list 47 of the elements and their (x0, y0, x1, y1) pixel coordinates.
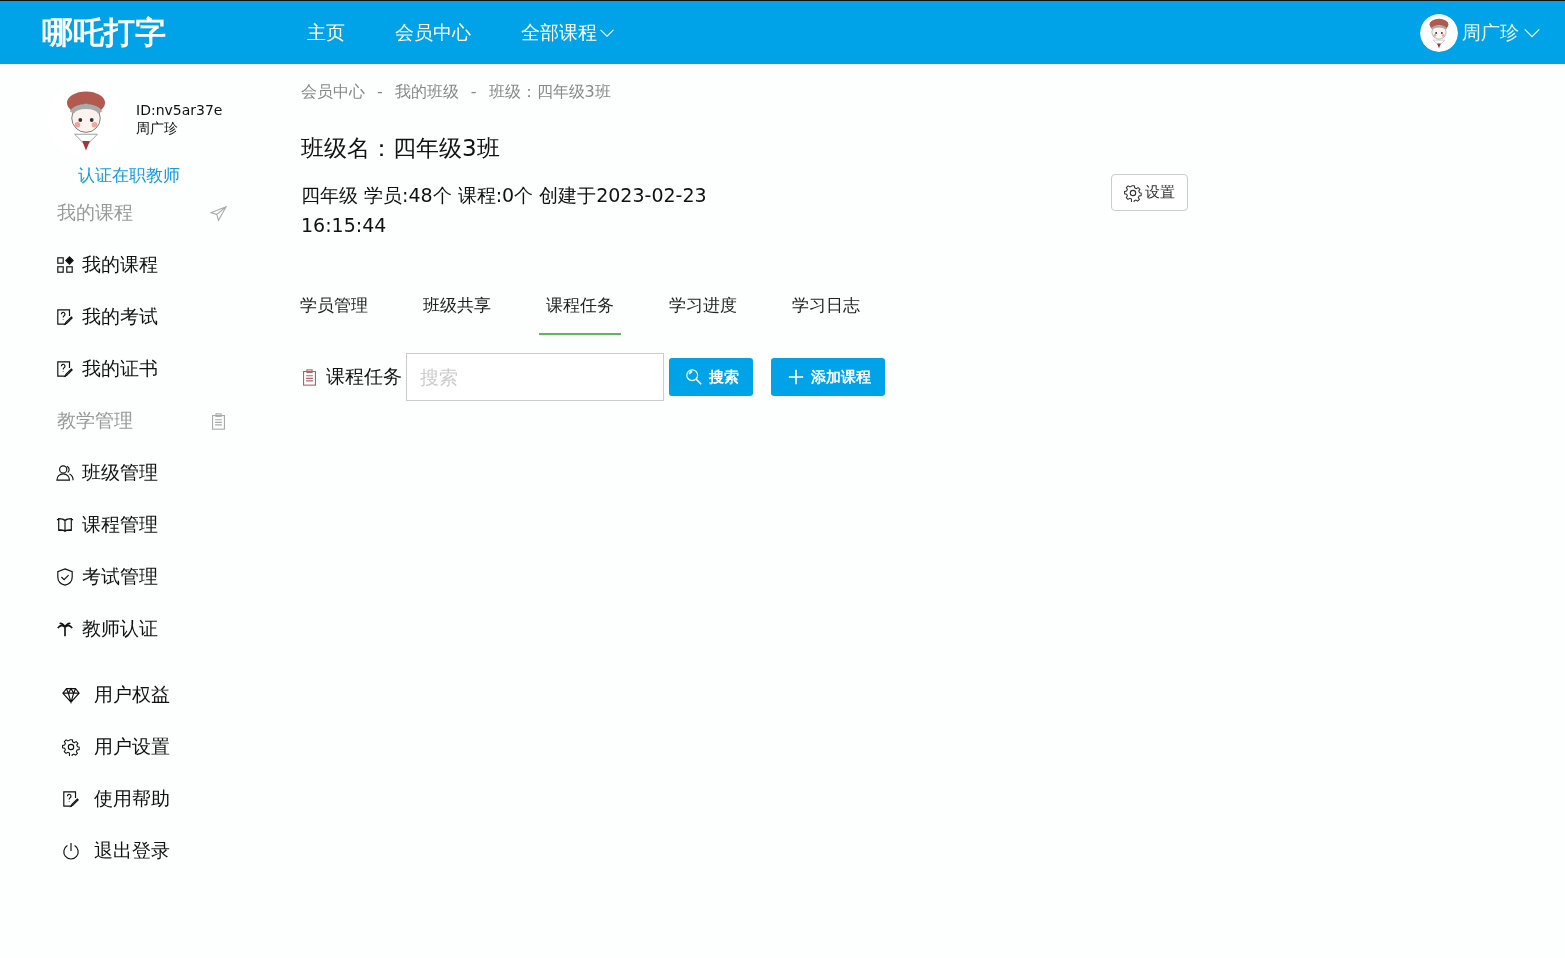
sidebar-item[interactable]: 我的课程 (0, 239, 257, 291)
breadcrumb-link[interactable]: 会员中心 (301, 82, 365, 103)
breadcrumb-separator: - (377, 82, 383, 103)
sidebar-item[interactable]: 班级管理 (0, 447, 257, 499)
settings-icon (1124, 183, 1142, 202)
user-name: 周广珍 (136, 120, 179, 138)
class-details: 四年级 学员:48个 课程:0个 创建于2023-02-23 16:15:44 (301, 183, 708, 238)
diamond-icon (62, 686, 80, 704)
tab[interactable]: 学习进度 (662, 286, 744, 335)
sidebar-item[interactable]: 用户设置 (0, 721, 257, 773)
section-label: 课程任务 (326, 364, 402, 389)
clipboard-icon (301, 368, 318, 386)
sidebar-item[interactable]: 退出登录 (0, 825, 257, 877)
tab[interactable]: 学习日志 (785, 286, 867, 335)
settings-button[interactable]: 设置 (1111, 174, 1188, 211)
sidebar-item[interactable]: 使用帮助 (0, 773, 257, 825)
section-heading: 我的课程 (57, 200, 133, 225)
edit-note-icon (62, 790, 80, 808)
class-title: 班级名：四年级3班 (301, 134, 501, 163)
plus-icon (787, 368, 805, 386)
sidebar-item[interactable]: 我的考试 (0, 291, 257, 343)
book-icon (56, 516, 74, 534)
edit-note-icon (56, 308, 74, 326)
sidebar-item[interactable]: 用户权益 (0, 669, 257, 721)
breadcrumb-link[interactable]: 我的班级 (394, 82, 459, 103)
sidebar-item[interactable]: 课程管理 (0, 499, 257, 551)
shield-check-icon (56, 568, 74, 586)
send-icon (210, 204, 227, 222)
sidebar-item[interactable]: 考试管理 (0, 551, 257, 603)
settings-icon (62, 738, 80, 756)
breadcrumb-link[interactable]: 班级：四年级3班 (488, 82, 611, 103)
breadcrumb-separator: - (470, 82, 477, 103)
section-heading: 教学管理 (57, 408, 133, 433)
sidebar-item[interactable]: 我的证书 (0, 343, 257, 395)
avatar-icon (1420, 13, 1458, 52)
grid-icon (56, 256, 74, 274)
tab[interactable]: 课程任务 (539, 286, 621, 335)
users-icon (56, 464, 74, 482)
tab[interactable]: 班级共享 (416, 286, 498, 335)
power-icon (62, 842, 80, 860)
edit-note-icon (56, 360, 74, 378)
user-id: ID:nv5ar37e (136, 102, 223, 118)
palm-icon (56, 620, 74, 638)
tab[interactable]: 学员管理 (293, 286, 375, 335)
sidebar-item[interactable]: 教师认证 (0, 603, 257, 655)
clipboard-icon (210, 412, 227, 430)
search-icon (685, 368, 703, 386)
